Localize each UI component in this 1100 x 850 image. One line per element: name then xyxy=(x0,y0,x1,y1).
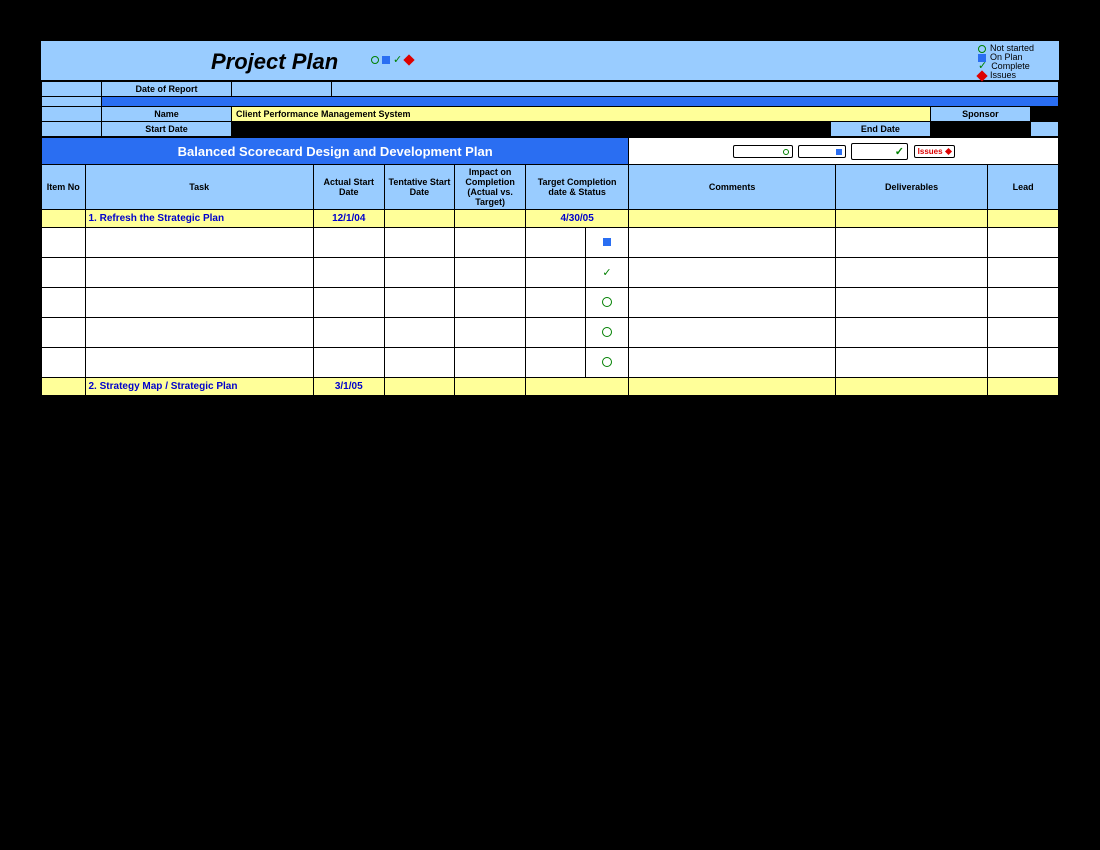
status-cell xyxy=(585,348,629,378)
project-plan-sheet: Project Plan ✓ Not started On Plan ✓Comp… xyxy=(40,40,1060,397)
status-cell xyxy=(585,318,629,348)
check-icon: ✓ xyxy=(978,62,987,71)
pill-not-started: Not Started xyxy=(733,145,793,158)
circle-icon xyxy=(371,56,379,64)
check-icon: ✓ xyxy=(393,53,402,66)
circle-icon xyxy=(783,149,789,155)
task-row xyxy=(42,228,1059,258)
name-label: Name xyxy=(102,107,232,122)
col-tentative-start: Tentative Start Date xyxy=(384,165,455,210)
page-title: Project Plan xyxy=(211,49,338,75)
section-row: 1. Refresh the Strategic Plan 12/1/04 4/… xyxy=(42,210,1059,228)
section-target: 4/30/05 xyxy=(525,210,628,228)
col-comments: Comments xyxy=(629,165,836,210)
section-title: 2. Strategy Map / Strategic Plan xyxy=(85,378,313,396)
pill-on-plan: On Plan xyxy=(798,145,845,158)
circle-icon xyxy=(602,297,612,307)
col-actual-start: Actual Start Date xyxy=(313,165,384,210)
check-icon: ✓ xyxy=(895,145,904,158)
circle-icon xyxy=(602,357,612,367)
section-title: 1. Refresh the Strategic Plan xyxy=(85,210,313,228)
start-date-value xyxy=(232,122,831,137)
col-item-no: Item No xyxy=(42,165,86,210)
task-row xyxy=(42,318,1059,348)
start-date-label: Start Date xyxy=(102,122,232,137)
section-target xyxy=(525,378,628,396)
task-row: ✓ xyxy=(42,258,1059,288)
section-row: 2. Strategy Map / Strategic Plan 3/1/05 xyxy=(42,378,1059,396)
diamond-icon xyxy=(945,148,952,155)
pill-issues: Issues xyxy=(914,145,955,158)
pill-complete: Complete✓ xyxy=(851,143,908,160)
section-actual-start: 3/1/05 xyxy=(313,378,384,396)
column-headers: Item No Task Actual Start Date Tentative… xyxy=(42,165,1059,210)
status-cell: ✓ xyxy=(585,258,629,288)
end-date-label: End Date xyxy=(830,122,930,137)
check-icon: ✓ xyxy=(602,267,611,279)
legend-issues: Issues xyxy=(990,71,1016,80)
col-impact: Impact on Completion (Actual vs. Target) xyxy=(455,165,526,210)
title-status-icons: ✓ xyxy=(371,53,413,66)
meta-table: Date of Report Name Client Performance M… xyxy=(41,81,1059,137)
header-bar: Project Plan ✓ Not started On Plan ✓Comp… xyxy=(41,41,1059,81)
status-cell xyxy=(585,228,629,258)
square-icon xyxy=(836,149,842,155)
date-of-report-label: Date of Report xyxy=(102,82,232,97)
status-pill-bar: Not Started On Plan Complete✓ Issues xyxy=(629,138,1059,165)
circle-icon xyxy=(978,45,986,53)
col-deliverables: Deliverables xyxy=(835,165,987,210)
col-lead: Lead xyxy=(988,165,1059,210)
col-task: Task xyxy=(85,165,313,210)
banner-title: Balanced Scorecard Design and Developmen… xyxy=(42,138,629,165)
square-icon xyxy=(382,56,390,64)
project-name: Client Performance Management System xyxy=(232,107,931,122)
sponsor-label: Sponsor xyxy=(930,107,1030,122)
square-icon xyxy=(603,238,611,246)
diamond-icon xyxy=(404,54,415,65)
status-cell xyxy=(585,288,629,318)
date-of-report-value xyxy=(232,82,332,97)
task-row xyxy=(42,348,1059,378)
plan-table: Balanced Scorecard Design and Developmen… xyxy=(41,137,1059,396)
sponsor-value xyxy=(1030,107,1058,122)
legend: Not started On Plan ✓Complete Issues xyxy=(978,44,1034,80)
section-actual-start: 12/1/04 xyxy=(313,210,384,228)
circle-icon xyxy=(602,327,612,337)
col-target-completion: Target Completion date & Status xyxy=(525,165,628,210)
end-date-value xyxy=(930,122,1030,137)
task-row xyxy=(42,288,1059,318)
